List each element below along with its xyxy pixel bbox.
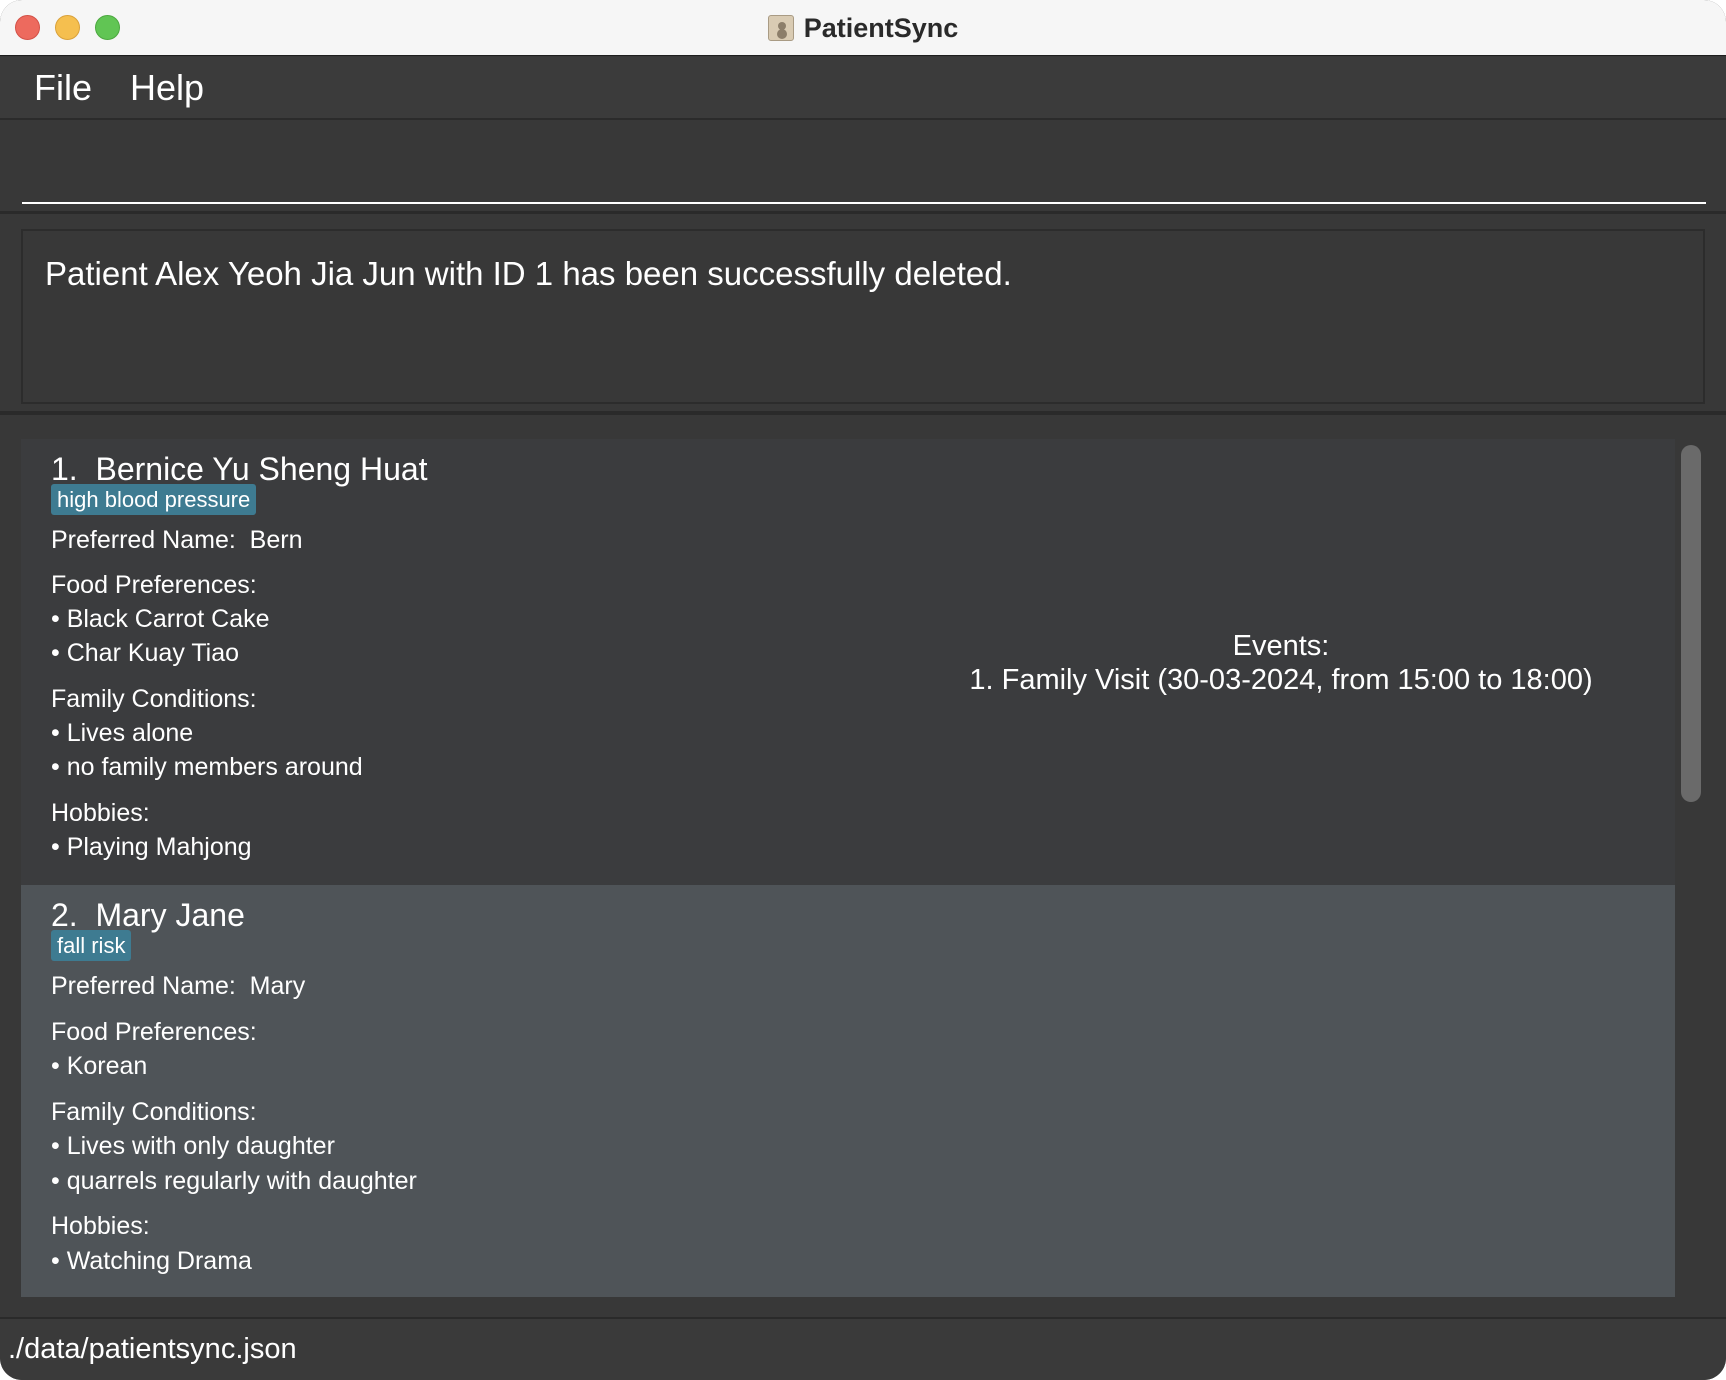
- patient-card-selected[interactable]: 2. Mary Jane fall risk Preferred Name: M…: [21, 885, 1675, 1297]
- family-conditions-label: Family Conditions:: [51, 685, 257, 713]
- address-book-icon: [767, 15, 794, 41]
- event-item: 1. Family Visit (30-03-2024, from 15:00 …: [969, 664, 1593, 696]
- family-condition-item: Lives with only daughter: [51, 1132, 335, 1161]
- command-input[interactable]: [22, 142, 1706, 204]
- patient-tag: fall risk: [51, 930, 132, 961]
- title-bar: PatientSync: [0, 0, 1726, 56]
- command-box-area: [0, 122, 1726, 214]
- food-item: Korean: [51, 1052, 148, 1081]
- family-condition-item: Lives alone: [51, 719, 193, 748]
- family-condition-item: quarrels regularly with daughter: [51, 1167, 417, 1196]
- list-scrollbar-thumb[interactable]: [1681, 445, 1701, 802]
- food-preferences-label: Food Preferences:: [51, 571, 257, 599]
- menu-file[interactable]: File: [34, 67, 92, 109]
- patient-card[interactable]: 1. Bernice Yu Sheng Huat high blood pres…: [21, 439, 1675, 885]
- app-window: PatientSync File Help Patient Alex Yeoh …: [0, 0, 1726, 1380]
- food-item: Black Carrot Cake: [51, 605, 270, 634]
- patient-list-panel: 1. Bernice Yu Sheng Huat high blood pres…: [0, 419, 1726, 1317]
- events-section: Events: 1. Family Visit (30-03-2024, fro…: [956, 629, 1606, 697]
- preferred-name: Preferred Name: Bern: [51, 526, 303, 554]
- patient-name: 2. Mary Jane: [51, 897, 245, 933]
- food-item: Char Kuay Tiao: [51, 639, 239, 668]
- title-wrap: PatientSync: [0, 10, 1726, 46]
- hobbies-label: Hobbies:: [51, 1212, 150, 1240]
- food-preferences-label: Food Preferences:: [51, 1018, 257, 1046]
- result-display: Patient Alex Yeoh Jia Jun with ID 1 has …: [21, 229, 1705, 404]
- menu-help[interactable]: Help: [130, 67, 204, 109]
- family-condition-item: no family members around: [51, 753, 363, 782]
- hobby-item: Watching Drama: [51, 1247, 252, 1276]
- patient-tag: high blood pressure: [51, 484, 257, 515]
- status-bar: ./data/patientsync.json: [0, 1317, 1726, 1380]
- family-conditions-label: Family Conditions:: [51, 1098, 257, 1126]
- hobbies-label: Hobbies:: [51, 799, 150, 827]
- preferred-name: Preferred Name: Mary: [51, 972, 306, 1000]
- hobby-item: Playing Mahjong: [51, 833, 252, 862]
- menu-bar: File Help: [0, 57, 1726, 120]
- patient-list[interactable]: 1. Bernice Yu Sheng Huat high blood pres…: [21, 439, 1675, 1297]
- data-file-path: ./data/patientsync.json: [8, 1333, 297, 1365]
- result-display-area: Patient Alex Yeoh Jia Jun with ID 1 has …: [0, 217, 1726, 415]
- patient-name: 1. Bernice Yu Sheng Huat: [51, 451, 428, 487]
- events-label: Events:: [1232, 630, 1330, 662]
- window-title: PatientSync: [803, 12, 959, 43]
